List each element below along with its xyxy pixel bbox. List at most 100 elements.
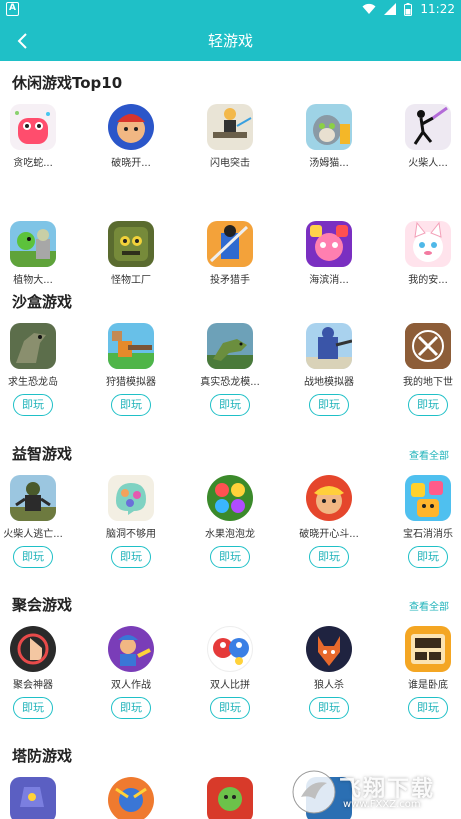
game-item[interactable]: 破晓开心斗... 即玩 xyxy=(289,475,369,568)
game-name: 我的地下世 xyxy=(403,377,453,388)
game-icon xyxy=(108,104,154,150)
game-name: 求生恐龙岛 xyxy=(8,377,58,388)
play-button[interactable]: 即玩 xyxy=(111,546,151,568)
section-title-puzzle: 益智游戏 xyxy=(12,445,73,463)
game-item[interactable]: 谁是卧底 即玩 xyxy=(388,626,461,719)
top-app-bar: 轻游戏 xyxy=(0,20,461,61)
game-item[interactable]: 真实恐龙模... 即玩 xyxy=(190,323,270,416)
page-title: 轻游戏 xyxy=(207,32,253,50)
play-button[interactable]: 即玩 xyxy=(210,394,250,416)
play-button[interactable]: 即玩 xyxy=(309,546,349,568)
game-icon xyxy=(207,104,253,150)
game-item[interactable]: 双人比拼 即玩 xyxy=(190,626,270,719)
game-name: 脑洞不够用 xyxy=(106,529,156,540)
game-item[interactable]: 聚会神器 即玩 xyxy=(0,626,73,719)
game-item[interactable] xyxy=(91,777,171,819)
play-button[interactable]: 即玩 xyxy=(111,394,151,416)
game-name: 怪物工厂 xyxy=(111,275,151,286)
game-item[interactable]: 求生恐龙岛 即玩 xyxy=(0,323,73,416)
game-icon xyxy=(207,777,253,819)
game-name: 汤姆猫... xyxy=(309,158,349,169)
see-all-puzzle-link[interactable]: 查看全部 xyxy=(409,447,449,462)
play-button[interactable]: 即玩 xyxy=(309,697,349,719)
game-item[interactable] xyxy=(190,777,270,819)
play-button[interactable]: 即玩 xyxy=(13,697,53,719)
game-item[interactable]: 火柴人... xyxy=(388,104,461,169)
game-icon xyxy=(405,104,451,150)
game-item[interactable]: 宝石消消乐 即玩 xyxy=(388,475,461,568)
game-icon xyxy=(207,221,253,267)
wifi-icon xyxy=(362,3,376,15)
game-item[interactable]: 怪物工厂 xyxy=(91,221,171,286)
game-name: 火柴人逃亡... xyxy=(3,529,63,540)
game-icon xyxy=(306,475,352,521)
game-name: 我的安... xyxy=(408,275,448,286)
game-icon xyxy=(108,323,154,369)
game-item[interactable] xyxy=(0,777,73,819)
game-icon xyxy=(10,475,56,521)
game-icon xyxy=(108,475,154,521)
watermark-url: www.FXXZ.com xyxy=(343,799,421,810)
game-icon xyxy=(306,104,352,150)
play-button[interactable]: 即玩 xyxy=(309,394,349,416)
game-icon xyxy=(306,626,352,672)
game-icon xyxy=(405,475,451,521)
play-button[interactable]: 即玩 xyxy=(13,394,53,416)
play-button[interactable]: 即玩 xyxy=(111,697,151,719)
play-button[interactable]: 即玩 xyxy=(408,394,448,416)
play-button[interactable]: 即玩 xyxy=(210,546,250,568)
game-icon xyxy=(207,626,253,672)
game-icon xyxy=(405,323,451,369)
game-icon xyxy=(10,104,56,150)
game-name: 战地模拟器 xyxy=(304,377,354,388)
game-name: 狩猎模拟器 xyxy=(106,377,156,388)
game-item[interactable]: 狼人杀 即玩 xyxy=(289,626,369,719)
game-name: 双人作战 xyxy=(111,680,151,691)
game-item[interactable]: 我的地下世 即玩 xyxy=(388,323,461,416)
game-item[interactable]: 植物大... xyxy=(0,221,73,286)
game-item[interactable]: 狩猎模拟器 即玩 xyxy=(91,323,171,416)
game-name: 火柴人... xyxy=(408,158,448,169)
game-name: 闪电突击 xyxy=(210,158,250,169)
game-item[interactable]: 双人作战 即玩 xyxy=(91,626,171,719)
game-icon xyxy=(207,323,253,369)
game-icon xyxy=(306,221,352,267)
game-item[interactable]: 贪吃蛇... xyxy=(0,104,73,169)
game-name: 破晓开... xyxy=(111,158,151,169)
battery-icon xyxy=(404,2,413,16)
play-button[interactable]: 即玩 xyxy=(210,697,250,719)
status-bar: A 11:22 xyxy=(0,0,461,20)
game-item[interactable]: 战地模拟器 即玩 xyxy=(289,323,369,416)
game-item[interactable]: 闪电突击 xyxy=(190,104,270,169)
game-icon xyxy=(10,323,56,369)
game-icon xyxy=(10,221,56,267)
section-title-party: 聚会游戏 xyxy=(12,596,73,614)
game-name: 海滨消... xyxy=(309,275,349,286)
game-item[interactable]: 我的安... xyxy=(388,221,461,286)
game-item[interactable]: 海滨消... xyxy=(289,221,369,286)
game-name: 双人比拼 xyxy=(210,680,250,691)
game-item[interactable]: 汤姆猫... xyxy=(289,104,369,169)
game-name: 宝石消消乐 xyxy=(403,529,453,540)
game-name: 谁是卧底 xyxy=(408,680,448,691)
play-button[interactable]: 即玩 xyxy=(408,697,448,719)
game-icon xyxy=(108,221,154,267)
game-icon xyxy=(108,777,154,819)
game-name: 植物大... xyxy=(13,275,53,286)
game-name: 聚会神器 xyxy=(13,680,53,691)
game-item[interactable]: 水果泡泡龙 即玩 xyxy=(190,475,270,568)
game-item[interactable]: 破晓开... xyxy=(91,104,171,169)
see-all-party-link[interactable]: 查看全部 xyxy=(409,598,449,613)
game-name: 真实恐龙模... xyxy=(200,377,260,388)
section-title-casual: 休闲游戏Top10 xyxy=(12,74,123,92)
game-item[interactable]: 投矛猎手 xyxy=(190,221,270,286)
game-item[interactable]: 脑洞不够用 即玩 xyxy=(91,475,171,568)
game-icon xyxy=(306,323,352,369)
play-button[interactable]: 即玩 xyxy=(408,546,448,568)
game-icon xyxy=(405,626,451,672)
game-item[interactable]: 火柴人逃亡... 即玩 xyxy=(0,475,73,568)
section-title-tower-defense: 塔防游戏 xyxy=(12,747,73,765)
game-name: 狼人杀 xyxy=(314,680,344,691)
signal-icon xyxy=(384,3,397,15)
play-button[interactable]: 即玩 xyxy=(13,546,53,568)
